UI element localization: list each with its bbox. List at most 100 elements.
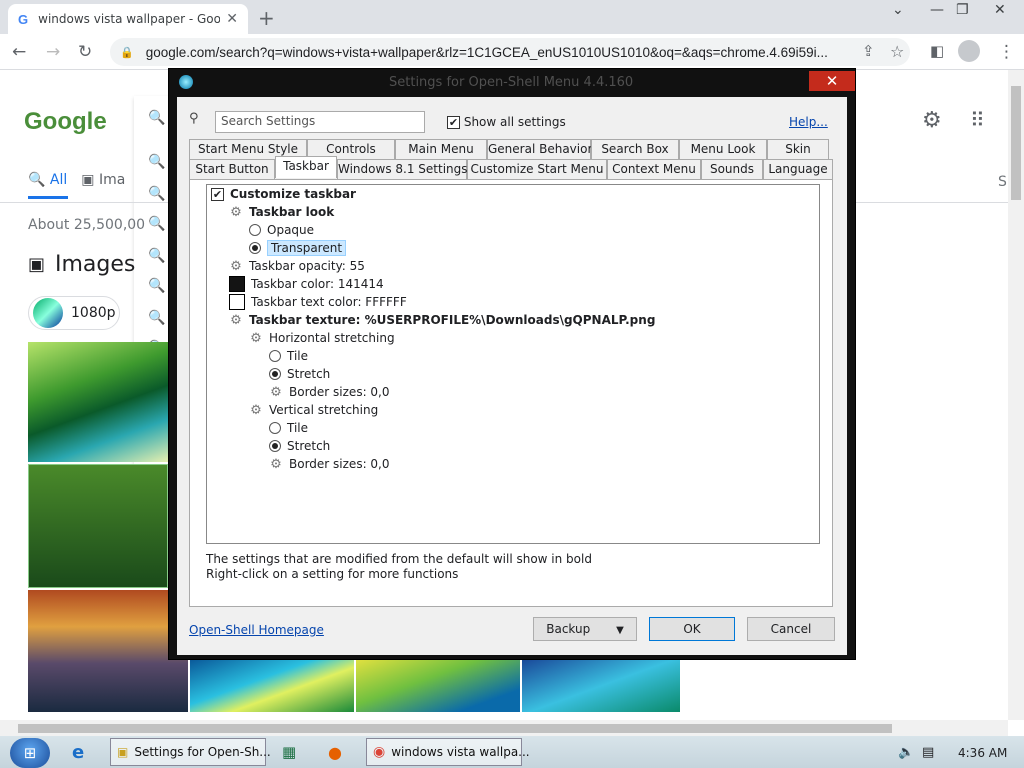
radio-button[interactable] [269,368,281,380]
tab-skin[interactable]: Skin [767,139,829,159]
tab-images[interactable]: ▣ Ima [81,172,125,188]
internet-explorer-icon[interactable]: e [66,738,90,766]
radio-button[interactable] [249,242,261,254]
volume-muted-icon[interactable]: 🔈 [898,745,914,760]
ok-button[interactable]: OK [649,617,735,641]
image-result[interactable] [28,464,168,588]
right-click-note: Right-click on a setting for more functi… [206,567,459,581]
vertical-scroll-thumb[interactable] [1011,86,1021,200]
tree-item[interactable]: ✔ Customize taskbar [211,185,356,203]
tab-context-menu[interactable]: Context Menu [607,159,701,179]
close-window-button[interactable]: ✕ [994,2,1006,18]
bookmark-star-icon[interactable]: ☆ [890,42,904,61]
image-result[interactable] [356,660,520,712]
tree-item[interactable]: ⚙ Horizontal stretching [249,329,394,347]
tree-item[interactable]: Taskbar color: 141414 [229,275,384,293]
tab-search-box[interactable]: Search Box [591,139,679,159]
radio-button[interactable] [269,440,281,452]
tree-item[interactable]: Tile [269,347,308,365]
dialog-close-button[interactable]: ✕ [809,71,855,91]
image-result[interactable] [28,590,188,712]
tab-windows-81-settings[interactable]: Windows 8.1 Settings [337,159,468,179]
image-result[interactable] [28,342,168,462]
show-all-settings-checkbox[interactable]: ✔ Show all settings [447,115,566,129]
radio-button[interactable] [249,224,261,236]
side-panel-icon[interactable]: ◧ [930,42,944,60]
tree-item[interactable]: ⚙ Taskbar opacity: 55 [229,257,365,275]
taskbar-item-chrome[interactable]: ◉ windows vista wallpa... [366,738,530,766]
restore-button[interactable]: ❐ [956,2,969,18]
image-result[interactable] [190,660,354,712]
tree-item[interactable]: ⚙ Taskbar look [229,203,334,221]
gear-icon: ⚙ [270,456,282,472]
browser-toolbar: ← → ↻ 🔒 google.com/search?q=windows+vist… [0,34,1024,70]
start-button[interactable]: ⊞ [10,738,50,768]
checkbox[interactable]: ✔ [211,187,224,201]
new-tab-button[interactable]: + [258,6,275,30]
tree-item[interactable]: Transparent [249,239,347,257]
gear-icon: ⚙ [230,312,242,328]
profile-avatar[interactable] [958,40,980,62]
tab-menu-look[interactable]: Menu Look [679,139,767,159]
system-clock[interactable]: 4:36 AM [958,746,1007,760]
tree-item[interactable]: ⚙ Taskbar texture: %USERPROFILE%\Download… [229,311,655,329]
taskbar-item-settings[interactable]: ▣ Settings for Open-Sh... [110,738,271,766]
back-icon[interactable]: ← [12,42,26,62]
backup-button[interactable]: Backup ▼ [533,617,637,641]
search-icon: 🔍 [148,278,166,294]
minimize-button[interactable]: — [930,2,944,18]
tab-search-icon[interactable]: ⌄ [892,2,904,18]
menu-icon[interactable]: ⋮ [998,42,1015,62]
address-bar[interactable]: 🔒 google.com/search?q=windows+vista+wall… [110,38,910,66]
tab-general-behavior[interactable]: General Behavior [487,139,592,159]
tree-item[interactable]: ⚙ Border sizes: 0,0 [269,455,389,473]
color-swatch[interactable] [229,276,245,292]
settings-gear-icon[interactable]: ⚙ [922,108,942,133]
tree-item[interactable]: Stretch [269,437,330,455]
tab-language[interactable]: Language [763,159,833,179]
search-settings-input[interactable]: Search Settings [215,111,425,133]
radio-button[interactable] [269,422,281,434]
settings-window-icon: ▣ [117,745,129,759]
tab-main-menu[interactable]: Main Menu [395,139,487,159]
cancel-button[interactable]: Cancel [747,617,835,641]
checkbox[interactable]: ✔ [447,116,460,129]
search-icon: 🔍 [148,186,166,202]
tab-title: windows vista wallpaper - Googl [38,12,221,26]
tab-sounds[interactable]: Sounds [701,159,763,179]
active-tab-indicator [28,196,68,199]
image-result[interactable] [522,660,680,712]
forward-icon[interactable]: → [46,42,60,62]
excel-icon[interactable]: ▦ [276,738,302,766]
tree-item[interactable]: Tile [269,419,308,437]
tab-customize-start-menu[interactable]: Customize Start Menu [467,159,607,179]
dialog-title: Settings for Open-Shell Menu 4.4.160 [389,75,634,90]
gear-icon: ⚙ [250,330,262,346]
settings-dialog: Settings for Open-Shell Menu 4.4.160 ✕ ⚲… [168,68,856,660]
tree-item[interactable]: Stretch [269,365,330,383]
images-heading: ▣ Images [28,252,136,277]
color-swatch[interactable] [229,294,245,310]
tools-label[interactable]: S [998,174,1007,190]
reload-icon[interactable]: ↻ [78,42,92,62]
tab-start-button[interactable]: Start Button [189,159,275,179]
share-icon[interactable]: ⇪ [862,42,875,60]
tree-item[interactable]: Taskbar text color: FFFFFF [229,293,407,311]
filter-chip[interactable]: 1080p [28,296,120,330]
tab-all[interactable]: 🔍 All [28,172,67,188]
help-link[interactable]: Help... [789,115,828,129]
horizontal-scroll-thumb[interactable] [18,724,892,733]
network-icon[interactable]: ▤ [922,745,934,760]
firefox-icon[interactable]: ● [322,738,348,766]
browser-tab[interactable]: G windows vista wallpaper - Googl ✕ [8,4,248,34]
radio-button[interactable] [269,350,281,362]
homepage-link[interactable]: Open-Shell Homepage [189,623,324,637]
tree-item[interactable]: Opaque [249,221,314,239]
close-tab-icon[interactable]: ✕ [226,11,238,27]
bold-settings-note: The settings that are modified from the … [206,552,592,566]
tree-item[interactable]: ⚙ Vertical stretching [249,401,378,419]
tab-taskbar[interactable]: Taskbar [275,156,337,178]
google-apps-icon[interactable]: ⠿ [970,108,985,132]
tree-item[interactable]: ⚙ Border sizes: 0,0 [269,383,389,401]
google-logo[interactable]: Google [24,108,107,136]
